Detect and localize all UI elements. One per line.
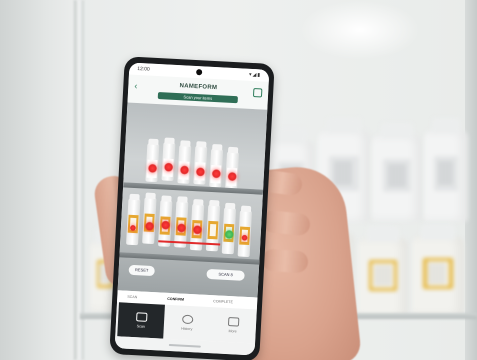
nav-history[interactable]: History	[163, 305, 211, 341]
home-indicator[interactable]	[168, 343, 201, 348]
vial	[177, 140, 192, 184]
nav-more[interactable]: More	[209, 307, 257, 343]
phone-screen: 12:00 ▾◢▮ ‹ NAMEFORM Scan your items RES…	[114, 62, 270, 356]
viewfinder-shelf	[123, 182, 264, 195]
nav-scan[interactable]: Scan	[117, 302, 165, 339]
reset-button[interactable]: RESET	[128, 264, 155, 277]
nav-more-label: More	[228, 329, 237, 334]
photo-scene: 12:00 ▾◢▮ ‹ NAMEFORM Scan your items RES…	[0, 0, 477, 360]
menu-icon[interactable]	[252, 88, 263, 98]
vial	[225, 146, 240, 191]
nav-scan-label: Scan	[136, 324, 145, 329]
background-bottle	[424, 118, 468, 222]
camera-icon	[135, 312, 148, 322]
vial	[142, 192, 157, 245]
front-camera-icon	[196, 69, 203, 76]
background-bottle	[372, 123, 422, 221]
vial	[161, 137, 176, 181]
more-icon	[227, 317, 239, 327]
status-icons: ▾◢▮	[248, 71, 262, 79]
background-bottle	[412, 224, 464, 316]
vial	[193, 141, 208, 185]
ceiling-light	[300, 0, 420, 60]
hand-finger	[261, 248, 309, 274]
glass-door-edge	[74, 0, 84, 360]
vial	[126, 193, 141, 246]
status-time: 12:00	[137, 65, 150, 73]
vial	[209, 143, 224, 188]
nav-history-label: History	[181, 326, 193, 332]
background-bottle	[358, 226, 408, 318]
step-2: CONFIRM	[167, 296, 185, 302]
background-wall	[0, 0, 78, 360]
camera-viewfinder[interactable]: RESET SCAN 8	[117, 102, 268, 298]
scan-count-button[interactable]: SCAN 8	[206, 268, 245, 281]
smartphone: 12:00 ▾◢▮ ‹ NAMEFORM Scan your items RES…	[109, 56, 275, 360]
step-1: SCAN	[127, 294, 138, 300]
clock-icon	[181, 314, 193, 325]
step-3: COMPLETE	[213, 299, 234, 305]
vial	[237, 205, 252, 258]
vial	[145, 138, 160, 183]
